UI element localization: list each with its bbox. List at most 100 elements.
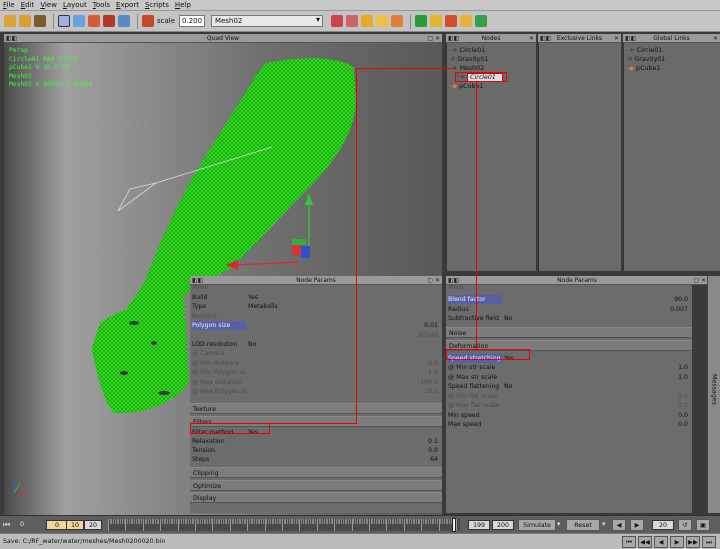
param-row[interactable]: Subtractive field No (446, 314, 692, 323)
emitter-icon[interactable] (331, 15, 344, 27)
step-back-icon[interactable]: ◀ (612, 519, 626, 531)
grip-icon[interactable]: ◧◧ (6, 34, 17, 43)
param-row[interactable]: @ Camera (190, 349, 442, 358)
render-icon[interactable] (445, 15, 458, 27)
param-value[interactable]: 0.0 (678, 420, 688, 429)
reset-dropdown-icon[interactable]: ▾ (602, 520, 606, 528)
param-value[interactable]: 64 (430, 455, 438, 464)
scale-input[interactable]: 0.200 (179, 15, 206, 27)
param-section-texture[interactable]: Texture (190, 403, 442, 415)
menu-layout[interactable]: Layout (63, 1, 87, 9)
param-section-clipping[interactable]: Clipping (190, 467, 442, 479)
start-frame-field[interactable]: 0 (16, 520, 46, 530)
node-item[interactable]: -+ Circle01 (450, 46, 503, 55)
node-item[interactable]: -Y Gravity01 (450, 55, 503, 64)
loop-icon[interactable]: ↺ (678, 519, 692, 531)
param-value[interactable]: 0.01 (424, 321, 438, 330)
param-section-display[interactable]: Display (190, 492, 442, 504)
param-row[interactable]: Polygon size 0.01 (190, 321, 442, 331)
step-forward-icon[interactable]: ▶ (630, 519, 644, 531)
close-icon[interactable]: ✕ (713, 34, 718, 43)
param-value[interactable]: No (504, 382, 512, 391)
param-row[interactable]: Build Yes (190, 293, 442, 302)
param-row[interactable]: Relative (190, 312, 442, 321)
object-icon[interactable] (376, 15, 389, 27)
preview-icon[interactable] (460, 15, 473, 27)
param-row[interactable]: 60248 (190, 331, 442, 340)
param-row[interactable]: @ Max flat scale 1.0 (446, 401, 692, 410)
go-end-icon[interactable]: ⏭ (702, 536, 716, 548)
param-value[interactable]: Metaballs (248, 302, 278, 311)
grip-icon[interactable]: ◧◧ (625, 34, 636, 43)
param-row[interactable]: Type Metaballs (190, 302, 442, 311)
param-value[interactable]: No (504, 314, 512, 323)
param-row[interactable]: @ Max distance 100.0 (190, 378, 442, 387)
simulate-button[interactable]: Simulate (518, 519, 556, 531)
link-tool-icon[interactable] (118, 15, 130, 27)
cache-icon[interactable] (430, 15, 443, 27)
close-icon[interactable]: □ ✕ (427, 34, 440, 43)
prev-key-icon[interactable]: ◀◀ (638, 536, 652, 548)
record-icon[interactable]: ▣ (696, 519, 710, 531)
menu-edit[interactable]: Edit (21, 1, 35, 9)
param-row[interactable]: @ Min distance 0.0 (190, 359, 442, 368)
play-icon[interactable]: ▶ (670, 536, 684, 548)
param-value[interactable]: 60248 (418, 331, 438, 340)
param-value[interactable]: No (248, 340, 256, 349)
cube-icon[interactable] (361, 15, 374, 27)
play-back-icon[interactable]: ◀ (654, 536, 668, 548)
messages-tab[interactable]: Messages (707, 276, 720, 513)
param-value[interactable]: 10.0 (424, 387, 438, 396)
param-row[interactable]: @ Max Polygon size 10.0 (190, 387, 442, 396)
scale-tool-icon[interactable] (103, 15, 115, 27)
daemon-icon[interactable] (346, 15, 359, 27)
param-value[interactable]: 0.007 (670, 305, 688, 314)
param-row[interactable]: @ Min Polygon size 1.0 (190, 368, 442, 377)
object-select[interactable]: Mesh02 (211, 15, 324, 27)
node-item[interactable]: -◆ pCube1 (627, 64, 665, 73)
menu-view[interactable]: View (40, 1, 57, 9)
param-value[interactable]: 1.0 (678, 401, 688, 410)
menu-help[interactable]: Help (175, 1, 191, 9)
param-value[interactable]: 100.0 (420, 378, 438, 387)
sim-icon[interactable] (415, 15, 428, 27)
param-value[interactable]: 0.0 (428, 359, 438, 368)
grip-icon[interactable]: ◧◧ (540, 34, 551, 43)
play-icon[interactable] (475, 15, 488, 27)
param-row[interactable]: Steps 64 (190, 455, 442, 464)
param-value[interactable]: 1.0 (678, 373, 688, 382)
grip-icon[interactable]: ◧◧ (448, 34, 459, 43)
next-key-icon[interactable]: ▶▶ (686, 536, 700, 548)
axis-tool-icon[interactable] (142, 15, 154, 27)
param-row[interactable]: @ Min flat scale 1.0 (446, 392, 692, 401)
open-folder-icon[interactable] (4, 15, 16, 27)
param-value[interactable]: 1.0 (678, 392, 688, 401)
param-row[interactable]: Speed flattening No (446, 382, 692, 391)
param-value[interactable]: 90.0 (674, 295, 688, 304)
rotate-tool-icon[interactable] (88, 15, 100, 27)
param-value[interactable]: Yes (248, 293, 258, 302)
menu-export[interactable]: Export (116, 1, 139, 9)
param-section-noise[interactable]: Noise (446, 326, 692, 338)
timeline-start-icon[interactable]: ⏮ (3, 520, 10, 530)
node-item[interactable]: -+ Circle01 (627, 46, 665, 55)
simulate-dropdown-icon[interactable]: ▾ (557, 520, 561, 528)
param-row[interactable]: Max speed 0.0 (446, 420, 692, 429)
mesh-icon[interactable] (391, 15, 404, 27)
param-value[interactable]: 0.1 (428, 437, 438, 446)
param-value[interactable]: 0.0 (678, 411, 688, 420)
end-frame-b[interactable]: 200 (492, 520, 514, 530)
param-value[interactable]: 1.0 (678, 363, 688, 372)
close-icon[interactable]: ✕ (614, 34, 619, 43)
current-frame-b[interactable]: 20 (84, 520, 102, 530)
param-value[interactable]: 0.0 (428, 446, 438, 455)
timeline-ruler[interactable] (108, 518, 460, 532)
end-frame-a[interactable]: 199 (468, 520, 490, 530)
param-row[interactable]: Min speed 0.0 (446, 411, 692, 420)
move-tool-icon[interactable] (73, 15, 85, 27)
select-tool-icon[interactable] (58, 15, 70, 27)
param-row[interactable]: LOD resolution No (190, 340, 442, 349)
menu-file[interactable]: File (3, 1, 15, 9)
param-row[interactable]: Relaxation 0.1 (190, 437, 442, 446)
menu-scripts[interactable]: Scripts (145, 1, 169, 9)
